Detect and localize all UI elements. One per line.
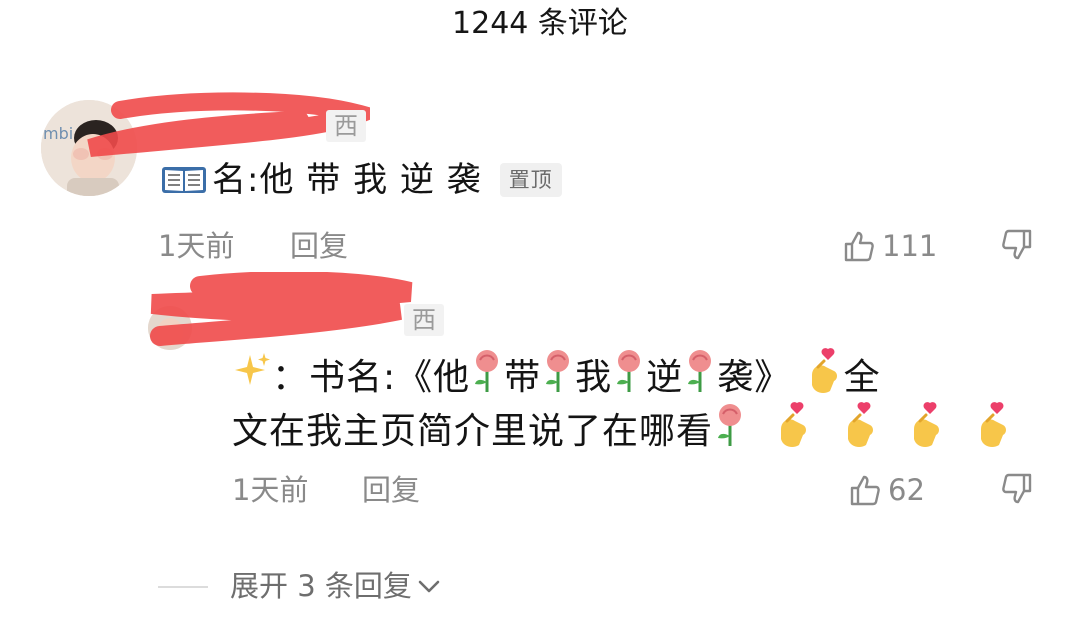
reply-time: 1天前 [232,473,309,507]
rose-icon [713,402,747,464]
reply-line1-part: 带 [504,357,542,398]
thumbs-down-icon[interactable] [1000,472,1034,506]
pinned-badge: 置顶 [499,163,562,197]
expand-replies-button[interactable]: 展开 3 条回复 [230,566,442,606]
comment-time: 1天前 [158,229,235,263]
comment-text: 名:他 带 我 逆 袭 [212,160,482,200]
reply-line1-part: 我 [575,357,613,398]
reply-avatar[interactable] [148,306,192,350]
finger-heart-icon [773,401,813,465]
thumbs-down-icon[interactable] [1000,228,1034,262]
reply-line2-text: 文在我主页简介里说了在哪看 [232,411,714,452]
thumbs-up-icon [842,229,876,263]
comment-count-title: 1244 条评论 [452,6,628,41]
divider [158,586,208,588]
open-book-icon [160,163,208,197]
chevron-down-icon [416,573,442,599]
reply-line1-suffix: 全 [843,357,881,398]
reply-line1-part: 袭》 [717,357,792,398]
reply-like-count: 62 [888,473,925,507]
sparkles-icon [232,351,272,407]
reply-like-button[interactable]: 62 [848,470,925,510]
expand-replies-label: 展开 3 条回复 [230,569,412,603]
reply-reply-button[interactable]: 回复 [362,470,420,510]
reply-line1-part: 逆 [646,357,684,398]
finger-heart-icon [973,401,1013,465]
username-tail: 西 [326,110,366,142]
reply-button[interactable]: 回复 [290,226,348,266]
finger-heart-icon [840,401,880,465]
avatar[interactable]: mbi [41,100,137,196]
thumbs-up-icon [848,473,882,507]
like-count: 111 [882,229,938,263]
reply-line1-prefix: ：书名:《他 [272,357,471,398]
finger-heart-icon [906,401,946,465]
avatar-watermark: mbi [43,124,74,143]
reply-username-tail: 西 [404,304,444,336]
like-button[interactable]: 111 [842,226,937,266]
